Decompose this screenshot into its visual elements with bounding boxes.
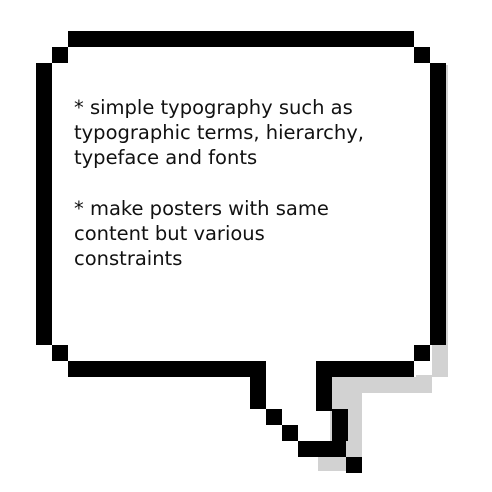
bullet-make-posters: * make posters with same content but var… bbox=[74, 197, 329, 270]
speech-bubble-graphic: * simple typography such as typographic … bbox=[0, 0, 492, 492]
bubble-text: * simple typography such as typographic … bbox=[74, 95, 424, 297]
bullet-simple-typography: * simple typography such as typographic … bbox=[74, 96, 364, 169]
